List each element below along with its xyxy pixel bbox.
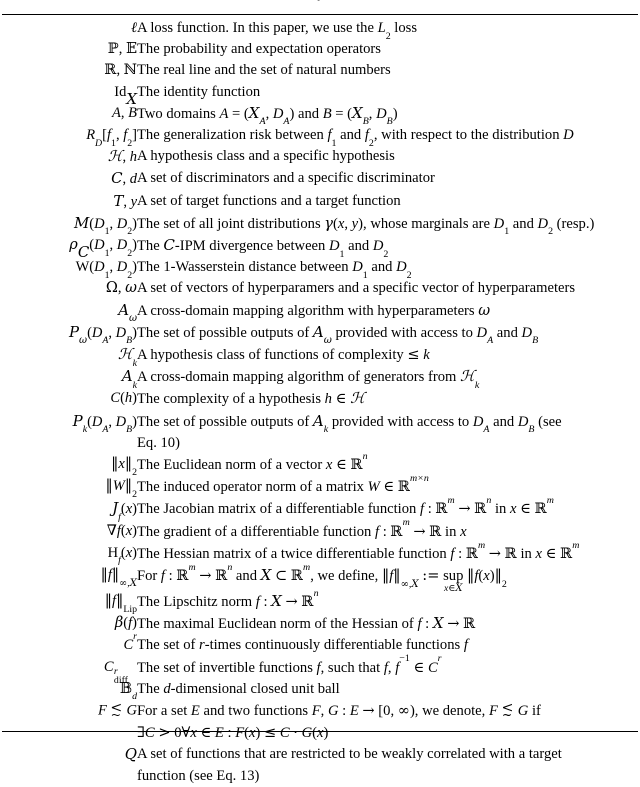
symbol-outputs-k: Pk(DA, DB) — [72, 411, 137, 436]
symbol-mapping-algorithm-omega: Aω — [118, 300, 137, 325]
description-joint-distributions: The set of all joint distributions γ(x, … — [137, 214, 595, 238]
table-top-rule — [2, 14, 638, 15]
table-row: ℝ, ℕ The real line and the set of natura… — [0, 60, 640, 81]
table-row: Ω, ω A set of vectors of hyperparamers a… — [0, 278, 640, 299]
table-row: ℓ A loss function. In this paper, we use… — [0, 18, 640, 42]
description-target-functions: A set of target functions and a target f… — [137, 192, 401, 209]
table-row: ‖f‖∞,X For f : ℝm → ℝn and X ⊂ ℝm, we de… — [0, 561, 640, 594]
symbol-gradient: ∇f(x) — [106, 522, 137, 539]
symbol-discriminators: C, d — [111, 169, 137, 188]
symbol-hypothesis-class-k: ℋk — [117, 345, 137, 369]
table-row: Ak A cross-domain mapping algorithm of g… — [0, 366, 640, 391]
symbol-generalization-risk: RD[f1, f2] — [86, 127, 137, 149]
symbol-jacobian: Jf(x) — [112, 499, 137, 524]
description-outputs-k: The set of possible outputs of Ak provid… — [137, 411, 562, 451]
description-mapping-algorithm-omega: A cross-domain mapping algorithm with hy… — [137, 301, 491, 319]
table-row: ‖f‖Lip The Lipschitz norm f : X → ℝn — [0, 587, 640, 615]
table-row: RD[f1, f2] The generalization risk betwe… — [0, 125, 640, 149]
description-lipschitz-norm: The Lipschitz norm f : X → ℝn — [137, 587, 319, 611]
description-complexity: The complexity of a hypothesis h ∈ ℋ — [137, 389, 365, 408]
symbol-infinity-norm: ‖f‖∞,X — [100, 567, 137, 589]
symbol-operator-norm: ‖W‖2 — [105, 478, 137, 500]
description-identity-function: The identity function — [137, 83, 261, 100]
description-jacobian: The Jacobian matrix of a differentiable … — [137, 495, 554, 518]
symbol-beta-hessian: β(f) — [114, 615, 137, 632]
description-hessian: The Hessian matrix of a twice differenti… — [137, 539, 580, 562]
table-row: Cr The set of r-times continuously diffe… — [0, 631, 640, 656]
table-row: IdX The identity function — [0, 82, 640, 108]
description-infinity-norm: For f : ℝm → ℝn and X ⊂ ℝm, we define, ‖… — [137, 561, 507, 594]
symbol-two-domains: A, B — [112, 104, 137, 121]
table-row: Jf(x) The Jacobian matrix of a different… — [0, 495, 640, 524]
description-hypothesis-class: A hypothesis class and a specific hypoth… — [137, 148, 395, 165]
symbol-target-functions: T, y — [113, 191, 137, 210]
symbol-identity-function: IdX — [114, 83, 137, 108]
symbol-hyperparameter-vectors: Ω, ω — [105, 280, 137, 297]
description-two-domains: Two domains A = (XA, DA) and B = (XB, DB… — [137, 103, 398, 128]
symbol-weakly-correlated-functions: Q — [124, 745, 137, 764]
notation-table-page: p ℓ A loss function. In this paper, we u… — [0, 0, 640, 784]
symbol-outputs-omega: Pω(DA, DB) — [68, 322, 137, 347]
table-row: M(D1, D2) The set of all joint distribut… — [0, 213, 640, 238]
description-probability-expectation: The probability and expectation operator… — [137, 41, 381, 58]
description-mapping-algorithm-k: A cross-domain mapping algorithm of gene… — [137, 367, 480, 391]
table-row: C, d A set of discriminators and a speci… — [0, 168, 640, 190]
table-row: C(h) The complexity of a hypothesis h ∈ … — [0, 388, 640, 410]
table-row: Pω(DA, DB) The set of possible outputs o… — [0, 322, 640, 347]
symbol-euclidean-norm: ‖x‖2 — [111, 456, 137, 478]
description-discriminators: A set of discriminators and a specific d… — [137, 170, 435, 187]
description-wasserstein-distance: The 1-Wasserstein distance between D1 an… — [137, 259, 412, 281]
table-row: A, B Two domains A = (XA, DA) and B = (X… — [0, 103, 640, 128]
description-cr-diff-functions: The set of invertible functions f, such … — [137, 653, 442, 676]
clipped-caption-fragment: p — [0, 0, 640, 2]
description-operator-norm: The induced operator norm of a matrix W … — [137, 472, 429, 496]
symbol-complexity: C(h) — [110, 390, 137, 407]
description-outputs-omega: The set of possible outputs of Aω provid… — [137, 322, 539, 347]
description-gradient: The gradient of a differentiable functio… — [137, 517, 467, 540]
description-loss-function: A loss function. In this paper, we use t… — [137, 20, 418, 42]
symbol-loss-function: ℓ — [130, 20, 137, 36]
table-row: Cr diff The set of invertible functions f… — [0, 653, 640, 686]
symbol-reals-naturals: ℝ, ℕ — [104, 62, 137, 79]
table-row: ‖W‖2 The induced operator norm of a matr… — [0, 472, 640, 500]
table-row: Hf(x) The Hessian matrix of a twice diff… — [0, 539, 640, 567]
table-row: W(D1, D2) The 1-Wasserstein distance bet… — [0, 257, 640, 281]
description-cr-functions: The set of r-times continuously differen… — [137, 637, 468, 654]
description-reals-naturals: The real line and the set of natural num… — [137, 62, 391, 79]
description-ipm-divergence: The C-IPM divergence between D1 and D2 — [137, 236, 389, 260]
table-row: ρC(D1, D2) The C-IPM divergence between … — [0, 235, 640, 261]
notation-table: ℓ A loss function. In this paper, we use… — [0, 18, 640, 787]
table-row: ℋ, h A hypothesis class and a specific h… — [0, 146, 640, 168]
table-row: Pk(DA, DB) The set of possible outputs o… — [0, 411, 640, 454]
table-bottom-rule — [2, 731, 638, 732]
description-hypothesis-class-k: A hypothesis class of functions of compl… — [137, 346, 430, 364]
symbol-probability-expectation: ℙ, 𝔼 — [107, 41, 137, 58]
description-generalization-risk: The generalization risk between f1 and f… — [137, 127, 574, 149]
table-row: Q A set of functions that are restricted… — [0, 744, 640, 786]
table-row: Aω A cross-domain mapping algorithm with… — [0, 300, 640, 325]
description-unit-ball: The d-dimensional closed unit ball — [137, 680, 340, 697]
table-row: T, y A set of target functions and a tar… — [0, 191, 640, 213]
table-row: ∇f(x) The gradient of a differentiable f… — [0, 517, 640, 543]
symbol-mapping-algorithm-k: Ak — [121, 367, 137, 391]
symbol-cr-functions: Cr — [123, 631, 137, 654]
description-hyperparameter-vectors: A set of vectors of hyperparamers and a … — [137, 280, 576, 297]
symbol-lipschitz-norm: ‖f‖Lip — [104, 593, 137, 615]
description-weakly-correlated-functions: A set of functions that are restricted t… — [137, 746, 562, 784]
symbol-ipm-divergence: ρC(D1, D2) — [69, 237, 137, 261]
symbol-cr-diff-functions: Cr diff — [103, 658, 128, 686]
table-row: ℙ, 𝔼 The probability and expectation ope… — [0, 39, 640, 60]
symbol-hessian: Hf(x) — [107, 544, 137, 567]
table-row: ℋk A hypothesis class of functions of co… — [0, 344, 640, 369]
table-row: 𝔹d The d-dimensional closed unit ball — [0, 679, 640, 702]
symbol-joint-distributions: M(D1, D2) — [73, 213, 137, 238]
symbol-hypothesis-class: ℋ, h — [107, 147, 137, 166]
table-row: ‖x‖2 The Euclidean norm of a vector x ∈ … — [0, 450, 640, 478]
description-beta-hessian: The maximal Euclidean norm of the Hessia… — [137, 614, 476, 633]
symbol-wasserstein-distance: W(D1, D2) — [75, 259, 137, 281]
table-row: β(f) The maximal Euclidean norm of the H… — [0, 613, 640, 635]
description-euclidean-norm: The Euclidean norm of a vector x ∈ ℝn — [137, 450, 368, 474]
